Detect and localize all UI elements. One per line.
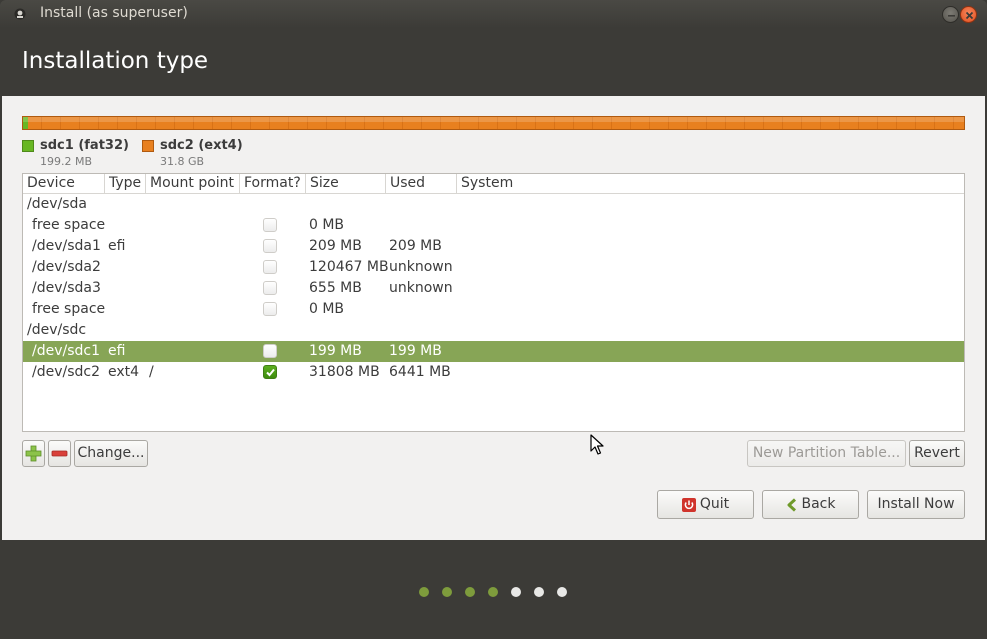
progress-dot-pending	[511, 587, 521, 597]
device-cell: free space	[32, 217, 106, 233]
table-row[interactable]: free space 0 MB	[23, 299, 964, 320]
format-checkbox[interactable]	[263, 302, 277, 316]
used-cell: 209 MB	[389, 238, 442, 254]
table-header: Device Type Mount point Format? Size Use…	[23, 174, 964, 194]
quit-label: Quit	[699, 496, 730, 512]
progress-dot-done	[442, 587, 452, 597]
window-title: Install (as superuser)	[40, 5, 188, 21]
type-cell: efi	[108, 343, 126, 359]
power-icon	[681, 497, 696, 512]
progress-dot-done	[465, 587, 475, 597]
device-cell: /dev/sdc1	[32, 343, 101, 359]
device-cell: /dev/sda1	[32, 238, 101, 254]
device-cell: /dev/sda3	[32, 280, 101, 296]
table-row-group[interactable]: /dev/sdc	[23, 320, 964, 341]
table-row[interactable]: /dev/sda2 120467 MB unknown	[23, 257, 964, 278]
type-cell: efi	[108, 238, 126, 254]
legend-swatch-green	[22, 140, 34, 152]
table-row-group[interactable]: /dev/sda	[23, 194, 964, 215]
back-label: Back	[801, 496, 836, 512]
page-header: Installation type	[0, 28, 987, 96]
size-cell: 209 MB	[309, 238, 362, 254]
main-content: sdc1 (fat32) 199.2 MB sdc2 (ext4) 31.8 G…	[2, 96, 985, 540]
add-partition-button[interactable]	[22, 440, 45, 467]
progress-dot-pending	[534, 587, 544, 597]
format-checkbox[interactable]	[263, 344, 277, 358]
used-cell: unknown	[389, 280, 453, 296]
progress-dot-pending	[557, 587, 567, 597]
partition-table[interactable]: Device Type Mount point Format? Size Use…	[22, 173, 965, 432]
table-row[interactable]: /dev/sda3 655 MB unknown	[23, 278, 964, 299]
new-partition-table-button[interactable]: New Partition Table...	[747, 440, 906, 467]
size-cell: 0 MB	[309, 217, 345, 233]
size-cell: 31808 MB	[309, 364, 380, 380]
progress-footer	[0, 540, 987, 639]
device-cell: /dev/sda2	[32, 259, 101, 275]
used-cell: unknown	[389, 259, 453, 275]
remove-partition-button[interactable]	[48, 440, 71, 467]
device-cell: /dev/sda	[27, 196, 87, 212]
progress-dot-done	[419, 587, 429, 597]
plus-icon	[25, 445, 42, 462]
column-header-device[interactable]: Device	[23, 174, 105, 194]
title-bar[interactable]: Install (as superuser)	[0, 0, 987, 28]
column-header-type[interactable]: Type	[105, 174, 146, 194]
format-checkbox[interactable]	[263, 281, 277, 295]
column-header-mount-point[interactable]: Mount point	[146, 174, 240, 194]
quit-button[interactable]: Quit	[657, 490, 754, 519]
size-cell: 0 MB	[309, 301, 345, 317]
window-menu-icon[interactable]	[14, 8, 26, 20]
legend-label: sdc2 (ext4)	[160, 138, 243, 153]
mouse-pointer-icon	[590, 434, 604, 455]
legend-size: 199.2 MB	[40, 155, 93, 168]
format-checkbox[interactable]	[263, 260, 277, 274]
column-header-format[interactable]: Format?	[240, 174, 306, 194]
installer-window: Install (as superuser) Installation type…	[0, 0, 987, 639]
used-cell: 6441 MB	[389, 364, 451, 380]
page-title: Installation type	[22, 48, 209, 74]
minus-icon	[51, 450, 68, 457]
format-checkbox[interactable]	[263, 239, 277, 253]
revert-button[interactable]: Revert	[909, 440, 965, 467]
device-cell: free space	[32, 301, 106, 317]
device-cell: /dev/sdc	[27, 322, 87, 338]
column-header-size[interactable]: Size	[306, 174, 386, 194]
partition-segment-sdc1	[23, 117, 28, 129]
size-cell: 199 MB	[309, 343, 362, 359]
format-checkbox[interactable]	[263, 218, 277, 232]
legend-label: sdc1 (fat32)	[40, 138, 129, 153]
column-header-system[interactable]: System	[457, 174, 966, 194]
legend-size: 31.8 GB	[160, 155, 205, 168]
legend-swatch-orange	[142, 140, 154, 152]
change-button[interactable]: Change...	[74, 440, 148, 467]
format-checkbox-checked[interactable]	[263, 365, 277, 379]
used-cell: 199 MB	[389, 343, 442, 359]
device-cell: /dev/sdc2	[32, 364, 101, 380]
progress-dot-done	[488, 587, 498, 597]
checkmark-icon	[266, 368, 275, 377]
minimize-icon	[948, 15, 955, 17]
type-cell: ext4	[108, 364, 140, 380]
table-row[interactable]: /dev/sda1 efi 209 MB 209 MB	[23, 236, 964, 257]
back-arrow-icon	[787, 497, 796, 512]
column-header-used[interactable]: Used	[386, 174, 457, 194]
back-button[interactable]: Back	[762, 490, 859, 519]
mount-cell: /	[149, 364, 154, 380]
table-row[interactable]: /dev/sdc2 ext4 / 31808 MB 6441 MB	[23, 362, 964, 383]
minimize-button[interactable]	[942, 6, 959, 23]
install-now-button[interactable]: Install Now	[867, 490, 965, 519]
partition-bar	[22, 116, 965, 130]
table-row[interactable]: free space 0 MB	[23, 215, 964, 236]
close-icon	[965, 11, 974, 20]
close-button[interactable]	[960, 6, 977, 23]
size-cell: 655 MB	[309, 280, 362, 296]
size-cell: 120467 MB	[309, 259, 389, 275]
table-row-selected[interactable]: /dev/sdc1 efi 199 MB 199 MB	[23, 341, 964, 362]
